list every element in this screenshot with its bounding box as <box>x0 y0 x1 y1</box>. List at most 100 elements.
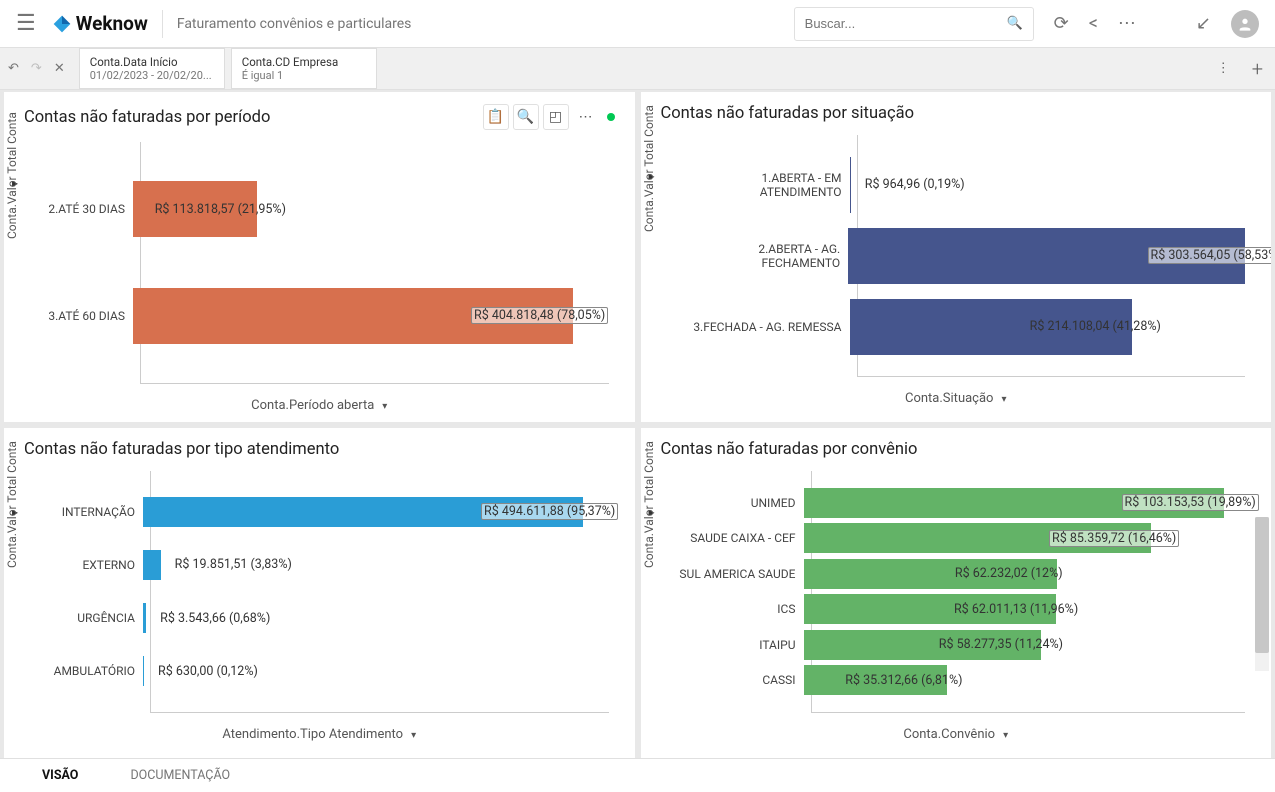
category-label: 2.ATÉ 30 DIAS <box>41 202 133 216</box>
collapse-icon[interactable]: ↙ <box>1196 13 1211 34</box>
x-axis-dropdown[interactable]: Conta.Período aberta▾ <box>4 388 635 417</box>
bar-row[interactable]: SAUDE CAIXA - CEFR$ 85.359,72 (16,46%) <box>812 521 1246 557</box>
zoom-data-icon[interactable]: 📋 <box>483 104 509 130</box>
redo-icon[interactable]: ↷ <box>31 61 42 76</box>
bar-row[interactable]: ITAIPUR$ 58.277,35 (11,24%) <box>812 627 1246 663</box>
close-icon[interactable]: ✕ <box>54 61 65 76</box>
value-label: R$ 19.851,51 (3,83%) <box>175 557 292 572</box>
bar-row[interactable]: AMBULATÓRIOR$ 630,00 (0,12%) <box>151 650 609 692</box>
page-subtitle: Faturamento convênios e particulares <box>177 16 412 32</box>
search-input[interactable]: 🔍 <box>794 7 1034 41</box>
y-axis-label: Conta.Valor Total Conta <box>642 105 656 232</box>
brand-logo[interactable]: Weknow <box>52 12 148 35</box>
panel-convenio: Contas não faturadas por convênio ▸ Cont… <box>641 428 1272 758</box>
y-axis-label: Conta.Valor Total Conta <box>642 441 656 568</box>
value-label: R$ 3.543,66 (0,68%) <box>160 611 270 626</box>
bar-row[interactable]: 3.FECHADA - AG. REMESSAR$ 214.108,04 (41… <box>858 296 1246 358</box>
value-label: R$ 62.232,02 (12%) <box>955 566 1063 581</box>
more-icon[interactable]: ⋯ <box>1118 13 1136 34</box>
brand-text: Weknow <box>76 12 148 35</box>
value-label: R$ 964,96 (0,19%) <box>865 177 965 192</box>
bar-row[interactable]: INTERNAÇÃOR$ 494.611,88 (95,37%) <box>151 491 609 533</box>
value-label: R$ 494.611,88 (95,37%) <box>481 503 618 520</box>
add-icon[interactable]: + <box>1252 57 1263 81</box>
value-label: R$ 62.011,13 (11,96%) <box>954 602 1078 617</box>
category-label: EXTERNO <box>41 558 143 572</box>
search-icon[interactable]: 🔍 <box>1006 16 1022 31</box>
value-label: R$ 113.818,57 (21,95%) <box>155 202 286 217</box>
bar-row[interactable]: 2.ATÉ 30 DIASR$ 113.818,57 (21,95%) <box>141 178 609 240</box>
search-field[interactable] <box>805 16 1007 31</box>
bar-row[interactable]: ICSR$ 62.011,13 (11,96%) <box>812 592 1246 628</box>
chevron-down-icon: ▾ <box>411 730 416 741</box>
fullscreen-icon[interactable]: ◰ <box>543 104 569 130</box>
filter-tools: ↶ ↷ ✕ <box>0 48 73 89</box>
bar-row[interactable]: EXTERNOR$ 19.851,51 (3,83%) <box>151 544 609 586</box>
bar-row[interactable]: 2.ABERTA - AG. FECHAMENTOR$ 303.564,05 (… <box>858 225 1246 287</box>
category-label: 2.ABERTA - AG. FECHAMENTO <box>678 242 849 270</box>
category-label: SAUDE CAIXA - CEF <box>678 531 804 545</box>
bar-row[interactable]: 1.ABERTA - EM ATENDIMENTOR$ 964,96 (0,19… <box>858 154 1246 216</box>
panel-tools: 📋 🔍 ◰ ⋯ <box>483 104 615 130</box>
category-label: ITAIPU <box>678 638 804 652</box>
dashboard-grid: Contas não faturadas por período 📋 🔍 ◰ ⋯… <box>0 90 1275 758</box>
topbar: ☰ Weknow Faturamento convênios e particu… <box>0 0 1275 48</box>
avatar[interactable] <box>1231 10 1259 38</box>
refresh-icon[interactable]: ⟳ <box>1054 13 1069 34</box>
filter-icon[interactable]: 🔍 <box>513 104 539 130</box>
category-label: 3.FECHADA - AG. REMESSA <box>678 320 850 334</box>
filter-chip-cd-empresa[interactable]: Conta.CD Empresa É igual 1 <box>231 48 377 89</box>
value-label: R$ 103.153,53 (19,89%) <box>1122 494 1259 511</box>
filter-chip-data-inicio[interactable]: Conta.Data Início 01/02/2023 - 20/02/20.… <box>79 48 225 89</box>
category-label: URGÊNCIA <box>41 611 143 625</box>
category-label: UNIMED <box>678 496 804 510</box>
menu-icon[interactable]: ☰ <box>16 11 36 36</box>
logo-icon <box>52 14 72 34</box>
filter-name: Conta.Data Início <box>90 55 214 69</box>
divider <box>162 10 163 38</box>
panel-title: Contas não faturadas por tipo atendiment… <box>24 440 339 459</box>
bar-row[interactable]: URGÊNCIAR$ 3.543,66 (0,68%) <box>151 597 609 639</box>
panel-situacao: Contas não faturadas por situação ▸ Cont… <box>641 92 1272 422</box>
value-label: R$ 35.312,66 (6,81%) <box>845 673 962 688</box>
value-label: R$ 630,00 (0,12%) <box>158 664 258 679</box>
filter-bar: ↶ ↷ ✕ Conta.Data Início 01/02/2023 - 20/… <box>0 48 1275 90</box>
y-axis-label: Conta.Valor Total Conta <box>5 112 19 239</box>
filter-value: 01/02/2023 - 20/02/20... <box>90 69 214 82</box>
value-label: R$ 85.359,72 (16,46%) <box>1049 530 1179 547</box>
bar <box>850 157 851 213</box>
value-label: R$ 58.277,35 (11,24%) <box>939 637 1063 652</box>
x-axis-dropdown[interactable]: Atendimento.Tipo Atendimento▾ <box>4 717 635 746</box>
bar-row[interactable]: CASSIR$ 35.312,66 (6,81%) <box>812 663 1246 699</box>
share-icon[interactable]: < <box>1089 13 1098 34</box>
bar <box>143 603 146 633</box>
panel-title: Contas não faturadas por situação <box>661 104 915 123</box>
more-icon[interactable]: ⋯ <box>573 104 599 130</box>
category-label: CASSI <box>678 673 804 687</box>
value-label: R$ 303.564,05 (58,53%) <box>1148 247 1272 264</box>
value-label: R$ 404.818,48 (78,05%) <box>471 307 608 324</box>
x-axis-dropdown[interactable]: Conta.Convênio▾ <box>641 717 1272 746</box>
panel-title: Contas não faturadas por convênio <box>661 440 918 459</box>
bar-row[interactable]: 3.ATÉ 60 DIASR$ 404.818,48 (78,05%) <box>141 285 609 347</box>
category-label: INTERNAÇÃO <box>41 505 143 519</box>
value-label: R$ 214.108,04 (41,28%) <box>1030 319 1161 334</box>
tab-documentacao[interactable]: DOCUMENTAÇÃO <box>130 768 230 783</box>
status-dot <box>607 113 615 121</box>
category-label: SUL AMERICA SAUDE <box>678 567 804 581</box>
tab-visao[interactable]: VISÃO <box>42 768 78 783</box>
panel-periodo: Contas não faturadas por período 📋 🔍 ◰ ⋯… <box>4 92 635 422</box>
bottom-tabs: VISÃO DOCUMENTAÇÃO <box>0 758 1275 792</box>
scrollbar[interactable] <box>1255 517 1269 671</box>
undo-icon[interactable]: ↶ <box>8 61 19 76</box>
x-axis-dropdown[interactable]: Conta.Situação▾ <box>641 381 1272 410</box>
panel-title: Contas não faturadas por período <box>24 108 270 127</box>
chevron-down-icon: ▾ <box>1003 730 1008 741</box>
kebab-icon[interactable]: ⋮ <box>1217 61 1230 76</box>
bar-row[interactable]: SUL AMERICA SAUDER$ 62.232,02 (12%) <box>812 556 1246 592</box>
bar <box>143 656 144 686</box>
y-axis-label: Conta.Valor Total Conta <box>5 441 19 568</box>
bar-row[interactable]: UNIMEDR$ 103.153,53 (19,89%) <box>812 485 1246 521</box>
bar <box>143 550 161 580</box>
chevron-down-icon: ▾ <box>382 401 387 412</box>
